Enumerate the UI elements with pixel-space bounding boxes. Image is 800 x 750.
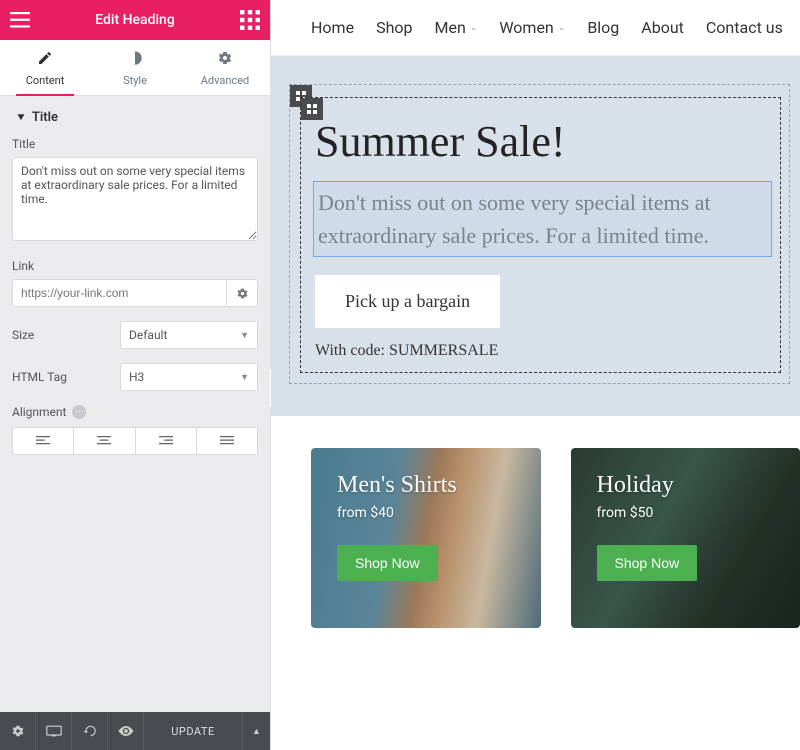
html-tag-label: HTML Tag (12, 370, 67, 384)
preview-icon[interactable] (108, 712, 144, 750)
card-subtitle: from $50 (597, 505, 775, 521)
section-title: Title (32, 110, 58, 125)
link-options-button[interactable] (226, 279, 258, 307)
product-card-mens-shirts[interactable]: Men's Shirts from $40 Shop Now (311, 448, 541, 628)
tab-content[interactable]: Content (0, 40, 90, 95)
tab-label: Style (90, 74, 180, 87)
hero-section: Summer Sale! Don't miss out on some very… (271, 56, 800, 416)
caret-down-icon: ▼ (240, 330, 249, 341)
site-nav: Home Shop Men⌄ Women⌄ Blog About Contact… (271, 0, 800, 56)
size-select[interactable]: Default ▼ (120, 321, 258, 349)
nav-contact[interactable]: Contact us (706, 18, 783, 37)
hero-heading[interactable]: Summer Sale! (315, 116, 772, 167)
link-input[interactable] (12, 279, 226, 307)
responsive-icon[interactable] (36, 712, 72, 750)
align-justify-button[interactable] (197, 427, 258, 455)
products-row: Men's Shirts from $40 Shop Now Holiday f… (271, 416, 800, 628)
align-left-button[interactable] (12, 427, 74, 455)
alignment-label: Alignment (12, 405, 66, 419)
html-tag-value: H3 (129, 370, 144, 384)
hero-cta-button[interactable]: Pick up a bargain (315, 275, 500, 328)
shop-now-button[interactable]: Shop Now (337, 545, 438, 581)
title-input[interactable]: Don't miss out on some very special item… (12, 157, 258, 241)
nav-home[interactable]: Home (311, 18, 354, 37)
chevron-down-icon: ⌄ (558, 23, 566, 33)
panel-content: ▼ Title Title Don't miss out on some ver… (0, 96, 270, 469)
field-html-tag: HTML Tag H3 ▼ (12, 363, 258, 391)
editor-sidebar: Edit Heading Content Style Advanced ▼ Ti… (0, 0, 271, 750)
field-alignment: Alignment ⋯ (12, 405, 258, 455)
tab-label: Advanced (180, 74, 270, 87)
nav-blog[interactable]: Blog (587, 18, 619, 37)
chevron-down-icon: ⌄ (470, 23, 478, 33)
menu-icon[interactable] (10, 10, 30, 30)
title-label: Title (12, 137, 258, 151)
column-wrapper[interactable]: Summer Sale! Don't miss out on some very… (300, 97, 781, 373)
field-title: Title Don't miss out on some very specia… (12, 137, 258, 245)
editor-topbar: Edit Heading (0, 0, 270, 40)
update-button[interactable]: UPDATE (144, 725, 242, 738)
nav-about[interactable]: About (641, 18, 684, 37)
section-title-toggle[interactable]: ▼ Title (12, 96, 258, 137)
settings-icon[interactable] (0, 712, 36, 750)
size-value: Default (129, 328, 167, 342)
card-subtitle: from $40 (337, 505, 515, 521)
tab-label: Content (0, 74, 90, 87)
update-more-button[interactable]: ▲ (242, 712, 270, 750)
size-label: Size (12, 328, 34, 342)
hero-subheading-selected[interactable]: Don't miss out on some very special item… (313, 181, 772, 257)
history-icon[interactable] (72, 712, 108, 750)
widgets-grid-icon[interactable] (240, 10, 260, 30)
tab-style[interactable]: Style (90, 40, 180, 95)
section-wrapper[interactable]: Summer Sale! Don't miss out on some very… (289, 84, 790, 384)
editor-bottombar: UPDATE ▲ (0, 712, 270, 750)
nav-women[interactable]: Women⌄ (499, 18, 565, 37)
caret-down-icon: ▼ (240, 372, 249, 383)
editor-tabs: Content Style Advanced (0, 40, 270, 96)
align-center-button[interactable] (74, 427, 135, 455)
nav-men[interactable]: Men⌄ (434, 18, 477, 37)
field-link: Link (12, 259, 258, 307)
column-edit-handle[interactable] (301, 98, 323, 120)
shop-now-button[interactable]: Shop Now (597, 545, 698, 581)
card-title: Men's Shirts (337, 472, 515, 499)
field-size: Size Default ▼ (12, 321, 258, 349)
hero-code-text[interactable]: With code: SUMMERSALE (315, 342, 772, 360)
nav-shop[interactable]: Shop (376, 18, 412, 37)
product-card-holiday[interactable]: Holiday from $50 Shop Now (571, 448, 800, 628)
link-label: Link (12, 259, 258, 273)
editor-title: Edit Heading (95, 12, 175, 28)
preview-canvas: Home Shop Men⌄ Women⌄ Blog About Contact… (271, 0, 800, 750)
html-tag-select[interactable]: H3 ▼ (120, 363, 258, 391)
tab-advanced[interactable]: Advanced (180, 40, 270, 95)
align-right-button[interactable] (136, 427, 197, 455)
caret-down-icon: ▼ (15, 112, 27, 123)
responsive-hint-icon[interactable]: ⋯ (72, 405, 86, 419)
card-title: Holiday (597, 472, 775, 499)
